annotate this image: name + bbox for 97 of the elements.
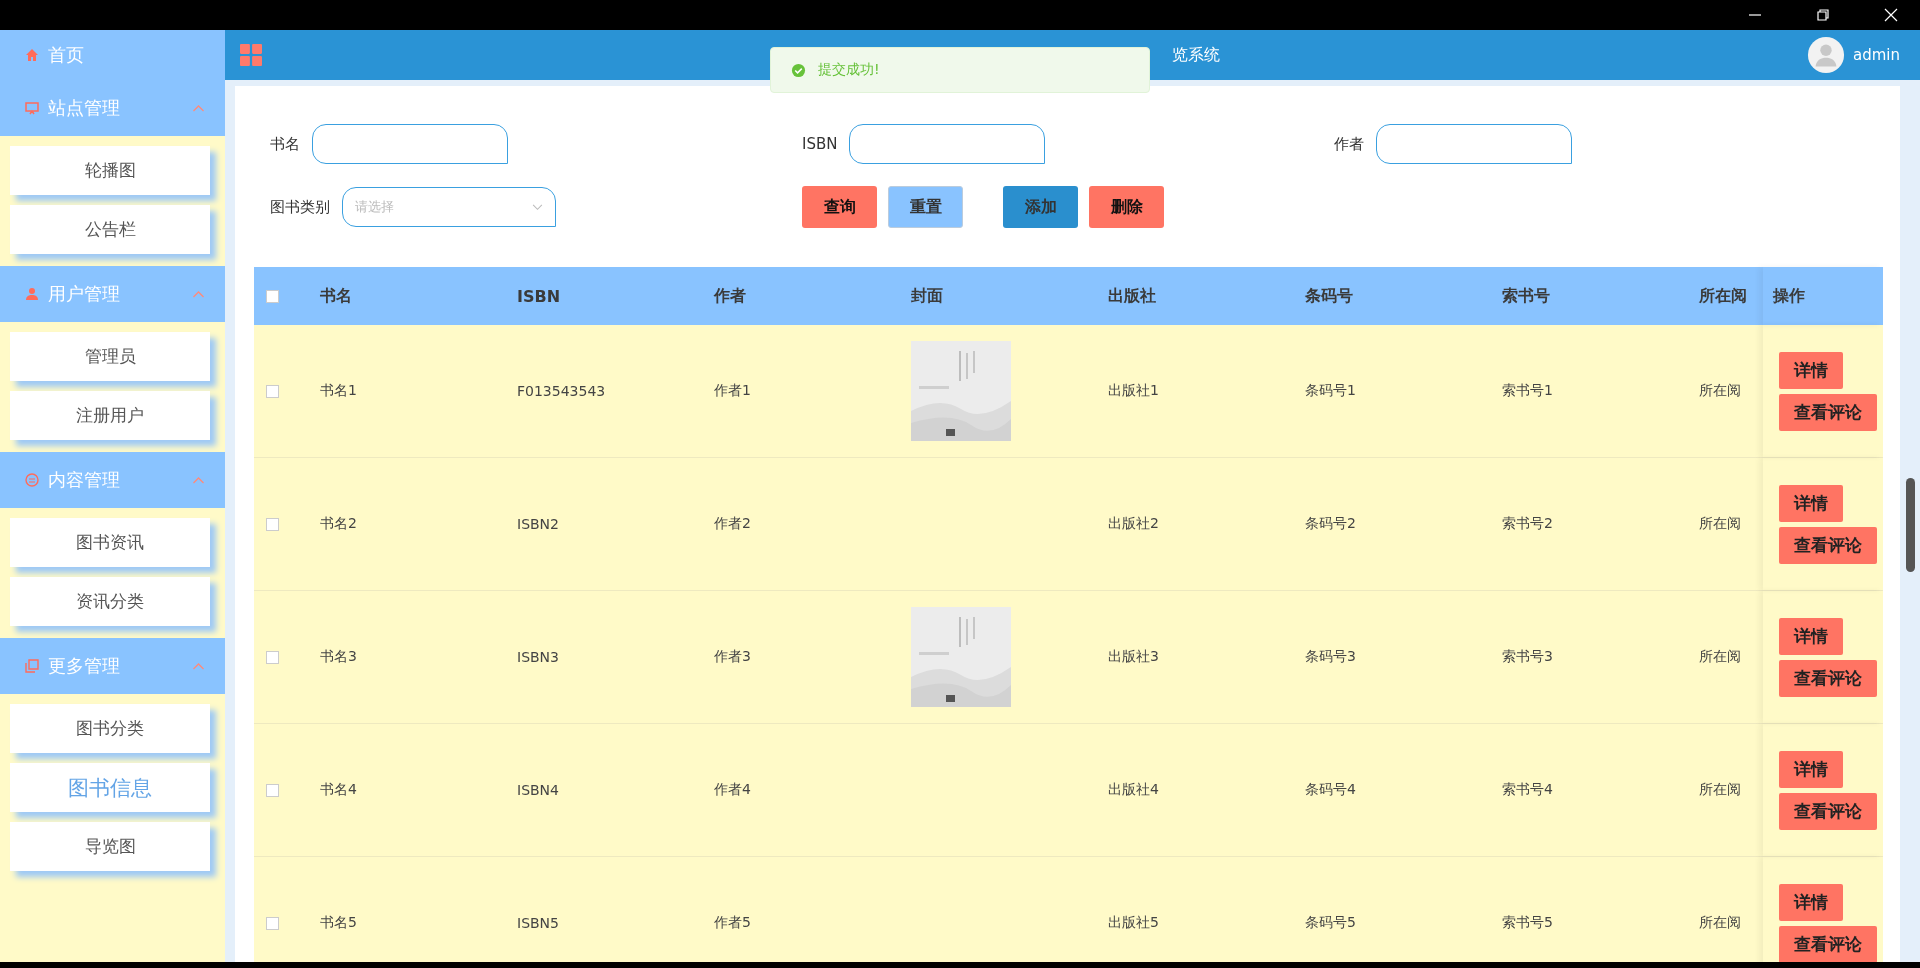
submenu-item[interactable]: 管理员 [10, 332, 210, 381]
table-cell: 条码号3 [1305, 648, 1356, 666]
row-action-button[interactable]: 查看评论 [1779, 659, 1877, 697]
row-action-button[interactable]: 查看评论 [1779, 526, 1877, 564]
submenu-item[interactable]: 注册用户 [10, 391, 210, 440]
table-cell: 条码号2 [1305, 515, 1356, 533]
row-checkbox[interactable] [266, 384, 279, 398]
table-cell: 条码号4 [1305, 781, 1356, 799]
home-icon [24, 47, 40, 63]
action-button[interactable]: 查询 [802, 186, 877, 228]
submenu-item[interactable]: 轮播图 [10, 146, 210, 195]
input-field[interactable] [312, 124, 508, 164]
close-icon[interactable] [1884, 8, 1898, 22]
chevron-icon [192, 290, 205, 298]
row-checkbox[interactable] [266, 650, 279, 664]
column-header: 所在阅 [1699, 285, 1747, 307]
row-action-button[interactable]: 详情 [1779, 750, 1843, 788]
row-action-button[interactable]: 查看评论 [1779, 925, 1877, 962]
row-checkbox[interactable] [266, 783, 279, 797]
field-label: ISBN [802, 135, 838, 153]
row-action-button[interactable]: 详情 [1779, 883, 1843, 921]
user-icon [24, 286, 40, 302]
table-cell: 出版社2 [1108, 515, 1159, 533]
row-checkbox[interactable] [266, 517, 279, 531]
column-header: 封面 [911, 285, 943, 307]
table-cell: ISBN4 [517, 782, 559, 798]
table-cell: 所在阅 [1699, 648, 1741, 666]
toast-message: 提交成功! [818, 61, 880, 79]
table-cell: 索书号5 [1502, 914, 1553, 932]
submenu-item[interactable]: 公告栏 [10, 205, 210, 254]
table-cell: 书名3 [320, 648, 357, 666]
username[interactable]: admin [1853, 46, 1900, 64]
column-header: 条码号 [1305, 285, 1353, 307]
row-action-button[interactable]: 详情 [1779, 351, 1843, 389]
row-checkbox[interactable] [266, 916, 279, 930]
table-cell: 书名1 [320, 382, 357, 400]
column-header: 书名 [320, 285, 352, 307]
input-field[interactable] [1376, 124, 1572, 164]
table-cell: 出版社3 [1108, 648, 1159, 666]
monitor-icon [24, 100, 40, 116]
table-cell: 所在阅 [1699, 914, 1741, 932]
chevron-icon [192, 104, 205, 112]
table-cell: 条码号1 [1305, 382, 1356, 400]
table-cell: 出版社1 [1108, 382, 1159, 400]
table-cell: 索书号4 [1502, 781, 1553, 799]
submenu-item[interactable]: 资讯分类 [10, 577, 210, 626]
table-cell: 作者3 [714, 648, 751, 666]
scrollbar-thumb[interactable] [1906, 478, 1915, 572]
row-action-button[interactable]: 查看评论 [1779, 792, 1877, 830]
table-cell: 出版社4 [1108, 781, 1159, 799]
table-cell: 索书号2 [1502, 515, 1553, 533]
action-button[interactable]: 重置 [888, 186, 963, 228]
table-cell: 条码号5 [1305, 914, 1356, 932]
submenu-item[interactable]: 导览图 [10, 822, 210, 871]
chat-icon [24, 472, 40, 488]
table-cell: F013543543 [517, 383, 606, 399]
table-cell: 书名4 [320, 781, 357, 799]
select-all-checkbox[interactable] [266, 289, 279, 303]
column-header: 出版社 [1108, 285, 1156, 307]
column-header: 索书号 [1502, 285, 1550, 307]
action-button[interactable]: 删除 [1089, 186, 1164, 228]
input-field[interactable] [849, 124, 1046, 164]
table-cell: ISBN2 [517, 516, 559, 532]
success-icon [791, 62, 806, 78]
chevron-icon [192, 662, 205, 670]
table-cell: 出版社5 [1108, 914, 1159, 932]
chevron-icon [192, 476, 205, 484]
action-button[interactable]: 添加 [1003, 186, 1078, 228]
copy-icon [24, 658, 40, 674]
table-cell: 索书号1 [1502, 382, 1553, 400]
row-action-button[interactable]: 详情 [1779, 617, 1843, 655]
system-title: 览系统 [1172, 44, 1220, 66]
field-label: 图书类别 [270, 197, 330, 217]
table-cell: 作者1 [714, 382, 751, 400]
table-cell: ISBN5 [517, 915, 559, 931]
avatar-icon[interactable] [1807, 36, 1845, 74]
table-cell: 索书号3 [1502, 648, 1553, 666]
table-cell: 作者2 [714, 515, 751, 533]
column-header: 操作 [1773, 285, 1805, 307]
table-cell: 作者4 [714, 781, 751, 799]
submenu-item[interactable]: 图书资讯 [10, 518, 210, 567]
row-action-button[interactable]: 详情 [1779, 484, 1843, 522]
column-header: 作者 [714, 285, 746, 307]
field-label: 作者 [1334, 134, 1364, 154]
table-cell: ISBN3 [517, 649, 559, 665]
table-cell: 书名5 [320, 914, 357, 932]
table-cell: 所在阅 [1699, 382, 1741, 400]
chevron-icon [532, 203, 543, 211]
table-cell: 书名2 [320, 515, 357, 533]
table-cell: 所在阅 [1699, 781, 1741, 799]
field-label: 书名 [270, 134, 300, 154]
column-header: ISBN [517, 286, 561, 306]
restore-icon[interactable] [1816, 8, 1830, 22]
table-cell: 作者5 [714, 914, 751, 932]
table-cell: 所在阅 [1699, 515, 1741, 533]
row-action-button[interactable]: 查看评论 [1779, 393, 1877, 431]
submenu-item[interactable]: 图书分类 [10, 704, 210, 753]
